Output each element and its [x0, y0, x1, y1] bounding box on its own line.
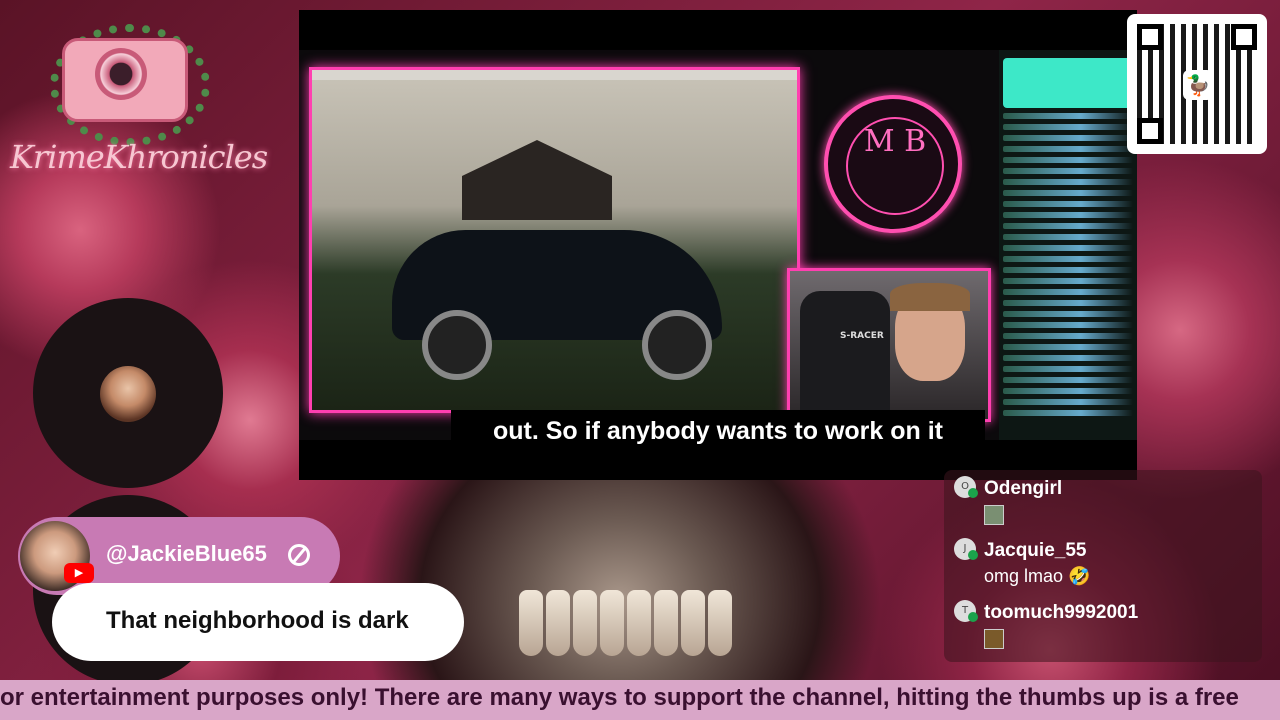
streamer-hair — [890, 283, 970, 311]
streamer-webcam: S-RACER — [787, 268, 991, 422]
video-caption: out. So if anybody wants to work on it — [451, 410, 985, 452]
car-front-wheel — [422, 310, 492, 380]
cat-logo-badge: M B — [824, 95, 962, 233]
skull-teeth-decoration — [505, 590, 745, 660]
chair-brand-text: S-RACER — [840, 331, 884, 341]
chat-username: Odengirl — [984, 478, 1063, 499]
gaming-chair: S-RACER — [800, 291, 890, 419]
embedded-live-chat — [999, 50, 1137, 440]
embedded-chat-highlight — [1003, 58, 1133, 108]
chat-message-content — [984, 504, 1004, 526]
ticker-text: or entertainment purposes only! There ar… — [0, 684, 1239, 711]
guest-avatar — [100, 366, 156, 422]
chat-message-text: omg lmao 🤣 — [984, 566, 1091, 586]
chat-username: toomuch9992001 — [984, 602, 1139, 623]
qr-finder-top-left — [1137, 24, 1163, 50]
camera-lens — [95, 48, 147, 100]
duck-icon: 🦆 — [1183, 70, 1213, 100]
highlighted-message-text: That neighborhood is dark — [106, 607, 409, 634]
car-rear-wheel — [642, 310, 712, 380]
qr-finder-bottom-left — [1137, 118, 1163, 144]
commenter-handle: @JackieBlue65 — [106, 541, 267, 566]
cat-logo-text: M B — [846, 117, 944, 215]
chat-username: Jacquie_55 — [984, 540, 1087, 561]
emote-icon — [984, 629, 1004, 650]
highlighted-message: That neighborhood is dark — [52, 583, 464, 661]
stream-video-frame: M B S-RACER out. So if anybody wants to … — [299, 10, 1137, 480]
scene-window-toolbar — [312, 70, 797, 80]
qr-finder-top-right — [1231, 24, 1257, 50]
platform-badge-icon — [968, 488, 978, 498]
emote-icon — [984, 505, 1004, 526]
qr-code[interactable]: 🦆 — [1127, 14, 1267, 154]
ban-icon — [288, 544, 310, 566]
channel-logo: KrimeKhronicles — [10, 18, 268, 188]
youtube-icon: ▶ — [64, 563, 94, 583]
platform-badge-icon — [968, 612, 978, 622]
scrolling-ticker: or entertainment purposes only! There ar… — [0, 680, 1280, 720]
chat-feed: O Odengirl J Jacquie_55 omg lmao 🤣 T too… — [944, 470, 1262, 662]
platform-badge-icon — [968, 550, 978, 560]
street-view-scene — [309, 67, 800, 413]
channel-logo-text: KrimeKhronicles — [10, 138, 268, 176]
chat-message-content — [984, 628, 1004, 650]
house-silhouette — [462, 140, 612, 220]
stream-video-content: M B S-RACER — [299, 50, 1137, 440]
